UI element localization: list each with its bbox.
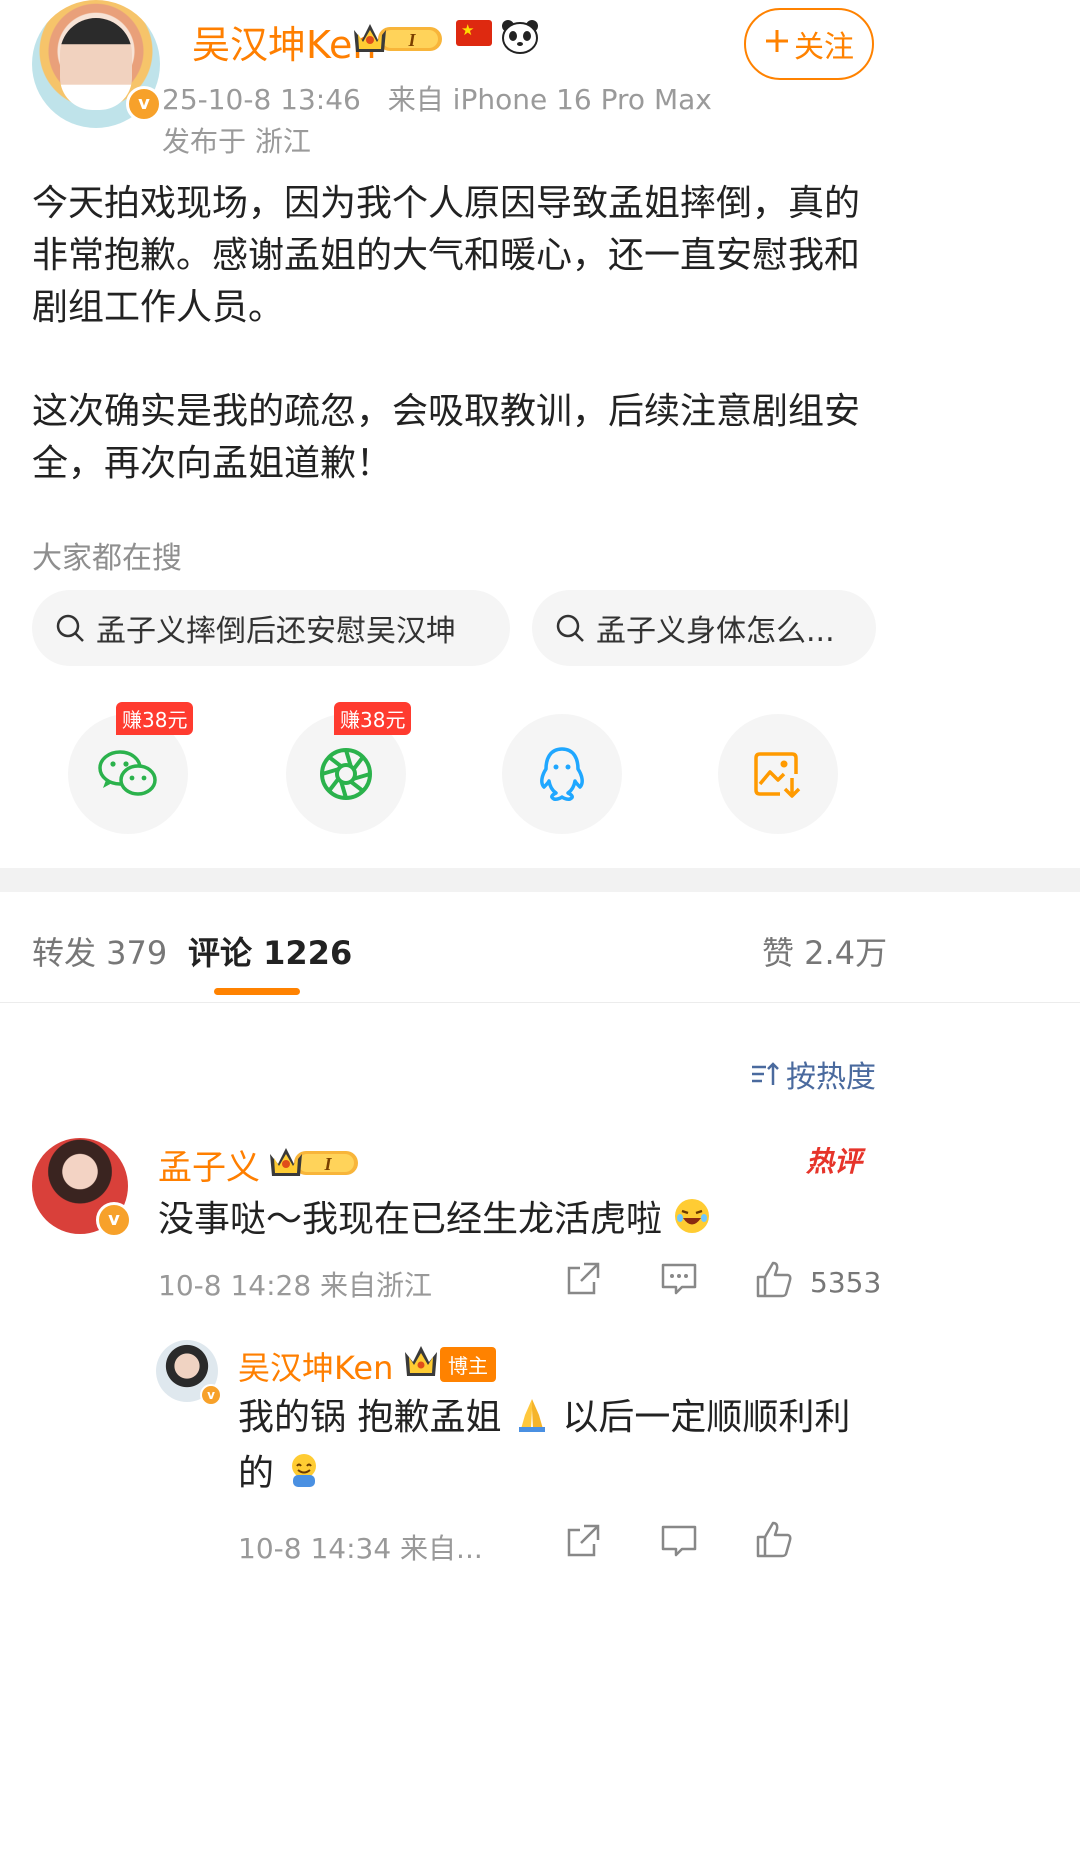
trending-search-item[interactable]: 孟子义身体怎么... bbox=[532, 590, 876, 666]
crown-icon bbox=[402, 1344, 440, 1382]
moments-icon bbox=[320, 748, 372, 800]
follow-label: 关注 bbox=[794, 30, 854, 65]
search-item-label: 孟子义摔倒后还安慰吴汉坤 bbox=[96, 614, 456, 649]
post-timestamp: 25-10-8 13:46 bbox=[162, 83, 361, 116]
tab-divider bbox=[0, 1002, 1080, 1003]
member-crown-badge: I bbox=[350, 18, 446, 62]
search-icon bbox=[554, 612, 586, 644]
comment-text: 没事哒～我现在已经生龙活虎啦 bbox=[158, 1190, 711, 1244]
reply-icon[interactable] bbox=[660, 1522, 698, 1564]
share-wechat-button[interactable]: 赚38元 bbox=[68, 702, 194, 834]
like-count: 5353 bbox=[810, 1266, 882, 1299]
sort-by-hot-button[interactable]: 按热度 bbox=[750, 1052, 876, 1096]
svg-text:I: I bbox=[407, 30, 416, 50]
author-name[interactable]: 吴汉坤Ken bbox=[192, 14, 377, 69]
commenter-avatar[interactable]: v bbox=[32, 1138, 132, 1238]
sort-icon bbox=[752, 1062, 779, 1085]
like-icon[interactable] bbox=[754, 1520, 794, 1564]
reward-badge: 赚38元 bbox=[116, 702, 194, 735]
plus-icon bbox=[764, 27, 790, 62]
reward-badge: 赚38元 bbox=[334, 702, 412, 735]
post-meta: 25-10-8 13:46 来自 iPhone 16 Pro Max bbox=[162, 78, 712, 118]
hugging-emoji-icon bbox=[285, 1451, 323, 1504]
share-icon[interactable] bbox=[564, 1260, 602, 1302]
hot-comment-badge: 热评 bbox=[806, 1145, 863, 1178]
china-flag-icon: ★ bbox=[456, 20, 492, 46]
section-divider bbox=[0, 868, 1080, 892]
post-paragraph: 这次确实是我的疏忽，会吸取教训，后续注意剧组安全，再次向孟姐道歉！ bbox=[32, 391, 861, 484]
sort-label: 按热度 bbox=[786, 1060, 876, 1095]
comment-body: 没事哒～我现在已经生龙活虎啦 bbox=[158, 1199, 663, 1240]
tab-likes[interactable]: 赞 2.4万 bbox=[762, 928, 887, 974]
save-image-button[interactable] bbox=[718, 714, 838, 834]
verified-icon: v bbox=[126, 86, 162, 122]
verified-icon: v bbox=[96, 1202, 132, 1238]
blogger-badge: 博主 bbox=[440, 1347, 496, 1382]
like-icon[interactable] bbox=[754, 1260, 794, 1304]
commenter-name[interactable]: 孟子义 bbox=[158, 1140, 260, 1189]
author-avatar[interactable]: v bbox=[32, 0, 162, 128]
wechat-icon bbox=[98, 750, 157, 796]
reply-author-name[interactable]: 吴汉坤Ken bbox=[238, 1343, 393, 1389]
share-qq-button[interactable] bbox=[502, 714, 622, 834]
trending-search-title: 大家都在搜 bbox=[32, 541, 182, 576]
tab-comments[interactable]: 评论 1226 bbox=[188, 928, 352, 974]
comment-meta: 10-8 14:28 来自浙江 bbox=[158, 1269, 433, 1302]
save-image-icon bbox=[754, 752, 801, 798]
tab-repost[interactable]: 转发 379 bbox=[32, 928, 167, 974]
reply-icon[interactable] bbox=[660, 1260, 698, 1302]
reply-text: 我的锅 抱歉孟姐 以后一定顺顺利利的 bbox=[238, 1392, 878, 1504]
post-content: 今天拍戏现场，因为我个人原因导致孟姐摔倒，真的非常抱歉。感谢孟姐的大气和暖心，还… bbox=[32, 178, 882, 490]
follow-button[interactable]: 关注 bbox=[744, 8, 874, 80]
reply-meta: 10-8 14:34 来自... bbox=[238, 1532, 483, 1565]
search-item-label: 孟子义身体怎么... bbox=[596, 614, 835, 649]
member-crown-badge: I bbox=[266, 1142, 362, 1186]
avatar-photo bbox=[60, 18, 132, 110]
praying-hands-emoji-icon bbox=[513, 1395, 551, 1448]
laughing-emoji-icon bbox=[673, 1197, 711, 1244]
trending-search-item[interactable]: 孟子义摔倒后还安慰吴汉坤 bbox=[32, 590, 510, 666]
reply-avatar[interactable]: v bbox=[156, 1340, 222, 1406]
verified-icon: v bbox=[200, 1384, 222, 1406]
post-source: 来自 iPhone 16 Pro Max bbox=[387, 83, 712, 116]
search-icon bbox=[54, 612, 86, 644]
qq-icon bbox=[540, 747, 584, 801]
share-icon[interactable] bbox=[564, 1522, 602, 1564]
post-paragraph: 今天拍戏现场，因为我个人原因导致孟姐摔倒，真的非常抱歉。感谢孟姐的大气和暖心，还… bbox=[32, 183, 861, 328]
active-tab-indicator bbox=[214, 988, 300, 995]
post-location: 发布于 浙江 bbox=[162, 125, 311, 158]
svg-text:I: I bbox=[323, 1154, 332, 1174]
share-moments-button[interactable]: 赚38元 bbox=[286, 702, 412, 834]
reply-body: 我的锅 抱歉孟姐 bbox=[238, 1397, 502, 1438]
panda-icon bbox=[500, 18, 540, 58]
